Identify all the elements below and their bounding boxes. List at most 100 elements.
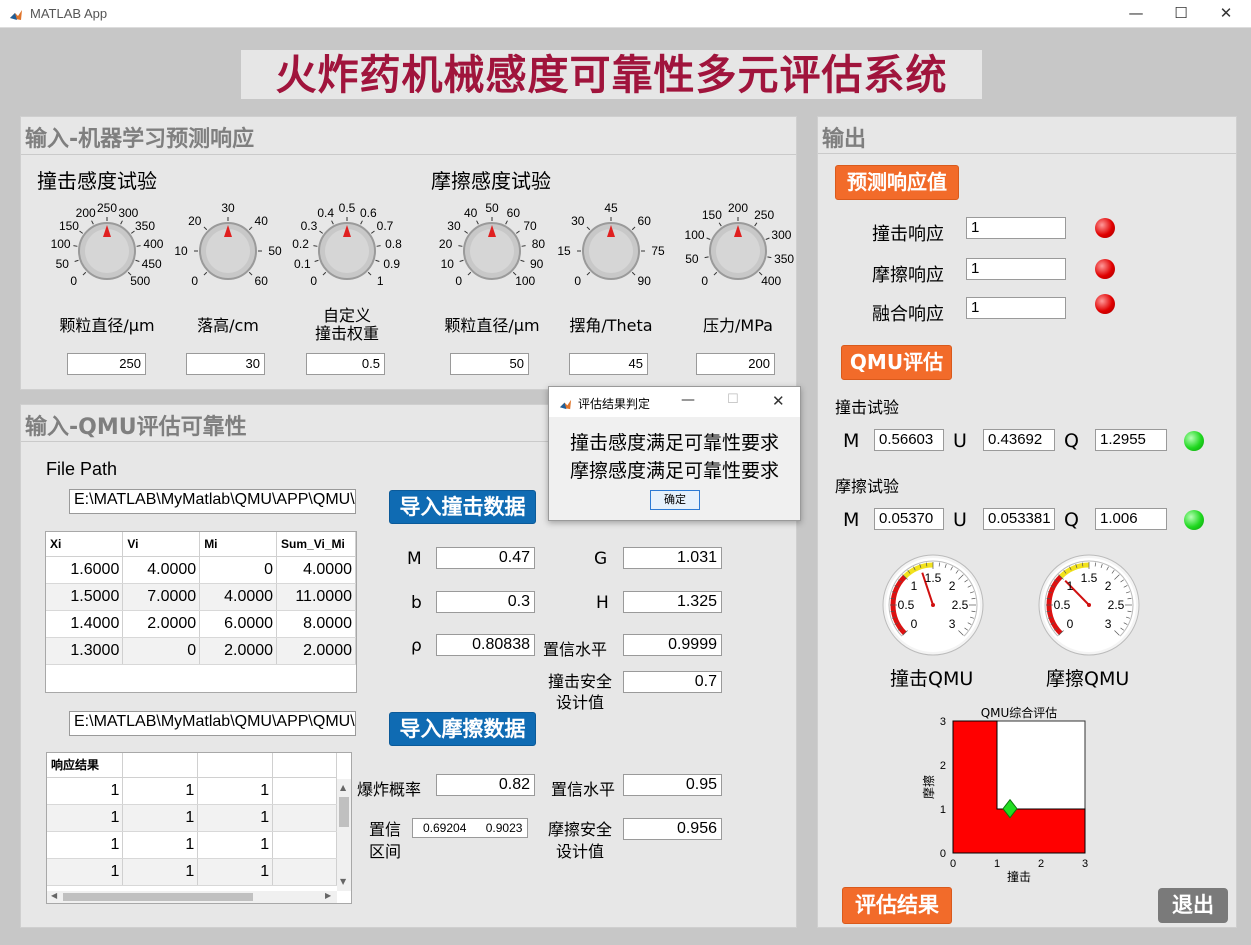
impact-m-input[interactable]: 0.56603	[874, 429, 944, 451]
friction-u-input[interactable]: 0.053381	[983, 508, 1055, 530]
qmu-combined-chart: 0 1 2 3 0 1 2 3 QMU综合评估撞击 摩擦	[921, 705, 1088, 884]
table-cell[interactable]: 0	[199, 556, 278, 584]
knob-tick-label: 150	[58, 218, 79, 233]
table-cell[interactable]: 4.0000	[276, 556, 356, 584]
confidence-interval-input[interactable]: 0.69204 0.9023	[412, 818, 528, 838]
knob-value-input[interactable]: 45	[569, 353, 648, 375]
vertical-scrollbar[interactable]: ▲ ▼	[337, 779, 351, 891]
impact-response-input[interactable]: 1	[966, 217, 1066, 239]
table-cell[interactable]: 8.0000	[276, 610, 356, 638]
minimize-button[interactable]: —	[1113, 0, 1159, 28]
knob-value-input[interactable]: 200	[696, 353, 775, 375]
knob-tick-label: 0.7	[376, 218, 394, 233]
table-cell[interactable]: 1	[197, 777, 274, 805]
evaluate-result-button[interactable]: 评估结果	[842, 887, 952, 924]
friction-data-table[interactable]: 响应结果 1 1 1 1 1 1 1 1 1 1 1 1 ▲ ▼ ◀ ▶	[46, 752, 352, 904]
table-row[interactable]: 1.5000 7.0000 4.0000 11.0000	[46, 583, 356, 611]
output-panel-title: 输出	[822, 127, 867, 152]
dialog-ok-button[interactable]: 确定	[650, 490, 700, 510]
burst-probability-input[interactable]: 0.82	[436, 774, 535, 796]
knob-4[interactable]: 0 15 30 45 60 75 90	[551, 201, 671, 301]
knob-value-input[interactable]: 50	[450, 353, 529, 375]
confidence-level-input[interactable]: 0.9999	[623, 634, 722, 656]
table-cell[interactable]: 1.6000	[46, 556, 124, 584]
confidence-level-2-input[interactable]: 0.95	[623, 774, 722, 796]
table-cell[interactable]: 1	[47, 804, 124, 832]
knob-1[interactable]: 0 10 20 30 40 50 60	[168, 201, 288, 301]
table-cell[interactable]: 2.0000	[276, 637, 356, 665]
impact-q-input[interactable]: 1.2955	[1095, 429, 1167, 451]
table-cell[interactable]: 1.5000	[46, 583, 124, 611]
table-cell[interactable]: 1	[47, 831, 124, 859]
table-cell[interactable]: 1	[197, 831, 274, 859]
table-row[interactable]: 111	[47, 777, 337, 805]
table-cell[interactable]	[272, 858, 337, 886]
dialog-close-button[interactable]: ✕	[772, 392, 785, 410]
fusion-response-input[interactable]: 1	[966, 297, 1066, 319]
param-m-input[interactable]: 0.47	[436, 547, 535, 569]
table-row[interactable]: 1.4000 2.0000 6.0000 8.0000	[46, 610, 356, 638]
impact-safe-input[interactable]: 0.7	[623, 671, 722, 693]
table-cell[interactable]: 11.0000	[276, 583, 356, 611]
impact-data-table[interactable]: Xi Vi Mi Sum_Vi_Mi 1.6000 4.0000 0 4.0000 1.5000…	[45, 531, 357, 693]
table-cell[interactable]: 1	[47, 777, 124, 805]
table-row[interactable]: 111	[47, 804, 337, 832]
table-cell[interactable]	[272, 831, 337, 859]
table-cell[interactable]: 1	[197, 858, 274, 886]
friction-test-label: 摩擦试验	[835, 477, 900, 496]
table-row[interactable]: 111	[47, 858, 337, 886]
friction-file-path-input[interactable]: E:\MATLAB\MyMatlab\QMU\APP\QMU\	[69, 711, 356, 736]
friction-m-input[interactable]: 0.05370	[874, 508, 944, 530]
friction-response-lamp	[1095, 259, 1115, 279]
table-row[interactable]: 111	[47, 831, 337, 859]
table-cell[interactable]: 1	[122, 831, 199, 859]
table-cell[interactable]	[272, 804, 337, 832]
table-cell[interactable]: 4.0000	[199, 583, 278, 611]
param-g-input[interactable]: 1.031	[623, 547, 722, 569]
knob-0[interactable]: 0 50 100 150 200 250 300 350 400 450 500	[47, 201, 167, 301]
friction-q-input[interactable]: 1.006	[1095, 508, 1167, 530]
knob-2[interactable]: 0 0.1 0.2 0.3 0.4 0.5 0.6 0.7 0.8 0.9 1	[287, 201, 407, 301]
matlab-icon	[559, 396, 572, 410]
close-button[interactable]: ✕	[1203, 0, 1249, 28]
table-row[interactable]: 1.3000 0 2.0000 2.0000	[46, 637, 356, 665]
dialog-maximize-button[interactable]: ☐	[727, 392, 739, 407]
predict-response-button[interactable]: 预测响应值	[835, 165, 959, 200]
param-g-label: G	[594, 549, 608, 569]
table-cell[interactable]: 1	[122, 777, 199, 805]
maximize-button[interactable]: ☐	[1158, 0, 1204, 28]
table-cell[interactable]: 1.4000	[46, 610, 124, 638]
table-cell[interactable]: 2.0000	[199, 637, 278, 665]
param-rho-input[interactable]: 0.80838	[436, 634, 535, 656]
table-cell[interactable]: 1	[197, 804, 274, 832]
param-h-input[interactable]: 1.325	[623, 591, 722, 613]
table-cell[interactable]: 7.0000	[122, 583, 201, 611]
exit-button[interactable]: 退出	[1158, 888, 1228, 923]
import-friction-button[interactable]: 导入摩擦数据	[389, 712, 536, 746]
table-cell[interactable]: 6.0000	[199, 610, 278, 638]
table-cell[interactable]: 1	[122, 804, 199, 832]
table-cell[interactable]: 1	[122, 858, 199, 886]
impact-u-input[interactable]: 0.43692	[983, 429, 1055, 451]
gauge-tick-label: 3	[948, 617, 956, 632]
table-cell[interactable]	[272, 777, 337, 805]
table-cell[interactable]: 1.3000	[46, 637, 124, 665]
table-cell[interactable]: 2.0000	[122, 610, 201, 638]
impact-file-path-input[interactable]: E:\MATLAB\MyMatlab\QMU\APP\QMU\	[69, 489, 356, 514]
param-b-input[interactable]: 0.3	[436, 591, 535, 613]
table-row[interactable]: 1.6000 4.0000 0 4.0000	[46, 556, 356, 584]
knob-value-input[interactable]: 30	[186, 353, 265, 375]
qmu-evaluate-button[interactable]: QMU评估	[841, 345, 952, 380]
horizontal-scrollbar[interactable]: ◀ ▶	[47, 891, 337, 903]
friction-response-input[interactable]: 1	[966, 258, 1066, 280]
knob-3[interactable]: 0 10 20 30 40 50 60 70 80 90 100	[432, 201, 552, 301]
knob-value-input[interactable]: 0.5	[306, 353, 385, 375]
dialog-minimize-button[interactable]: —	[681, 392, 695, 408]
knob-5[interactable]: 0 50 100 150 200 250 300 350 400	[678, 201, 798, 301]
table-cell[interactable]: 1	[47, 858, 124, 886]
import-impact-button[interactable]: 导入撞击数据	[389, 490, 536, 524]
knob-value-input[interactable]: 250	[67, 353, 146, 375]
friction-safe-input[interactable]: 0.956	[623, 818, 722, 840]
table-cell[interactable]: 4.0000	[122, 556, 201, 584]
table-cell[interactable]: 0	[122, 637, 201, 665]
